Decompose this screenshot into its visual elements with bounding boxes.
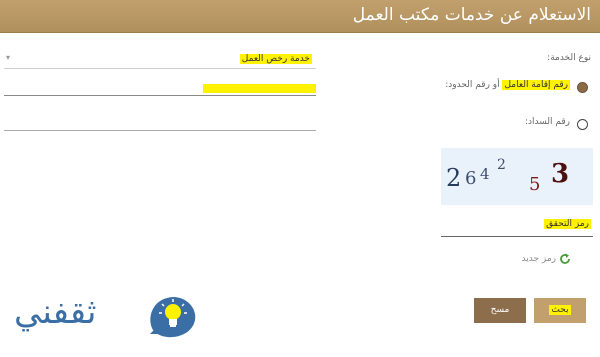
radio-payment[interactable]: [577, 119, 588, 130]
page-title: الاستعلام عن خدمات مكتب العمل: [352, 5, 591, 25]
service-type-label: نوع الخدمة:: [547, 53, 591, 63]
service-select-value: خدمة رخص العمل: [239, 54, 312, 64]
radio-payment-label: رقم السداد:: [524, 117, 570, 127]
new-code-link[interactable]: رمز جديد: [521, 254, 556, 264]
lightbulb-logo-icon: [150, 296, 196, 338]
page-header: الاستعلام عن خدمات مكتب العمل: [0, 0, 600, 33]
captcha-char: 4: [480, 165, 490, 183]
captcha-label: رمز التحقق: [544, 219, 591, 229]
captcha-char: 2: [446, 164, 462, 192]
refresh-icon[interactable]: [559, 253, 571, 265]
captcha-input[interactable]: [441, 236, 593, 237]
search-button[interactable]: بحث: [534, 298, 586, 323]
captcha-char: 2: [497, 157, 506, 173]
captcha-image: 2 6 4 2 5 3: [441, 148, 593, 205]
radio-iqama[interactable]: [577, 82, 588, 93]
logo-text: ثقفني: [14, 292, 97, 332]
chevron-down-icon: ▾: [6, 53, 11, 62]
clear-button[interactable]: مسح: [474, 298, 526, 323]
payment-input[interactable]: [4, 130, 316, 131]
radio-iqama-highlight: رقم إقامة العامل: [502, 80, 570, 90]
radio-iqama-label: رقم إقامة العامل أو رقم الحدود:: [445, 80, 570, 90]
captcha-char: 3: [551, 159, 570, 189]
captcha-char: 6: [465, 168, 477, 189]
captcha-char: 5: [529, 174, 541, 195]
iqama-input[interactable]: [4, 95, 316, 96]
service-select[interactable]: خدمة رخص العمل ▾: [4, 52, 316, 69]
input-highlight: [203, 84, 316, 93]
radio-iqama-rest: أو رقم الحدود:: [445, 80, 503, 90]
